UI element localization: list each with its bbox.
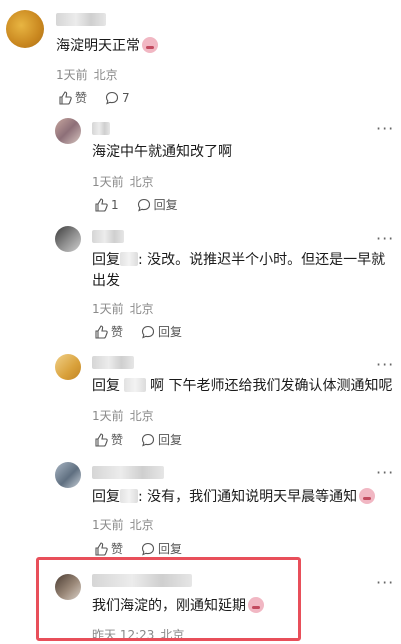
- mentioned-user[interactable]: [120, 489, 138, 503]
- comment-text: 海淀中午就通知改了啊: [92, 144, 232, 160]
- reply-label: 回复: [153, 198, 178, 212]
- comment-location: 北京: [129, 175, 154, 189]
- username[interactable]: [92, 122, 110, 135]
- comment-meta: 1天前 北京: [92, 407, 160, 424]
- comment-time: 1天前: [92, 518, 124, 532]
- comment-time: 1天前: [92, 409, 124, 423]
- comment-location: 北京: [129, 409, 154, 423]
- reply-button[interactable]: 回复: [141, 540, 182, 557]
- more-dots-icon[interactable]: ···: [376, 465, 394, 481]
- comment-time: 1天前: [92, 175, 124, 189]
- emoji-face-icon: [142, 37, 158, 53]
- like-label: 赞: [111, 433, 124, 447]
- comment-text: 回复: 没改。说推迟半个小时。但还是一早就出发: [92, 252, 386, 289]
- thumb-up-icon: [95, 197, 108, 212]
- like-button[interactable]: 赞: [58, 89, 87, 106]
- like-button[interactable]: 赞: [94, 540, 123, 557]
- comment-meta: 1天前 北京: [92, 173, 160, 190]
- thumb-up-icon: [95, 324, 108, 339]
- username[interactable]: [92, 466, 164, 479]
- reply-button[interactable]: 回复: [141, 431, 182, 448]
- reply-button[interactable]: 7: [105, 91, 130, 105]
- comment-time: 1天前: [92, 302, 124, 316]
- like-button[interactable]: 赞: [94, 431, 123, 448]
- like-count: 1: [111, 197, 119, 212]
- avatar[interactable]: [55, 462, 81, 488]
- comment-bubble-icon: [105, 91, 119, 104]
- comment-actions: 1 回复: [94, 196, 196, 213]
- avatar[interactable]: [55, 118, 81, 144]
- more-dots-icon[interactable]: ···: [376, 357, 394, 373]
- avatar[interactable]: [55, 226, 81, 252]
- username[interactable]: [92, 574, 192, 587]
- comment-actions: 赞 7: [58, 89, 148, 106]
- like-button[interactable]: 1: [94, 198, 119, 212]
- like-label: 赞: [75, 91, 88, 105]
- reply-button[interactable]: 回复: [141, 323, 182, 340]
- like-button[interactable]: 赞: [94, 323, 123, 340]
- comment-meta: 1天前 北京: [92, 516, 160, 533]
- reply-count: 7: [122, 90, 130, 105]
- comment-actions: 赞 回复: [94, 431, 200, 448]
- comment-location: 北京: [93, 68, 118, 82]
- comment-text: 海淀明天正常: [56, 36, 158, 57]
- comment-bubble-icon: [141, 325, 155, 338]
- username[interactable]: [92, 230, 124, 243]
- more-dots-icon[interactable]: ···: [376, 231, 394, 247]
- comment-location: 北京: [160, 628, 185, 642]
- thumb-up-icon: [95, 432, 108, 447]
- comment-bubble-icon: [141, 542, 155, 555]
- reply-prefix: 回复: [92, 489, 120, 505]
- comment-bubble-icon: [141, 433, 155, 446]
- comment-bubble-icon: [137, 198, 150, 211]
- reply-label: 回复: [158, 433, 183, 447]
- reply-item: ··· 回复啊 下午老师还给我们发确认体测通知呢 1天前 北京 赞 回复: [0, 346, 401, 454]
- comment-location: 北京: [129, 302, 154, 316]
- emoji-face-icon: [248, 597, 264, 613]
- comment-text: 回复: 没有，我们通知说明天早晨等通知: [92, 487, 397, 508]
- reply-item: ··· 我们海淀的，刚通知延期 昨天 12:23 北京: [0, 562, 401, 644]
- comment-time: 昨天 12:23: [92, 628, 155, 642]
- emoji-face-icon: [359, 488, 376, 504]
- avatar[interactable]: [55, 574, 81, 600]
- avatar[interactable]: [6, 10, 44, 48]
- reply-label: 回复: [158, 325, 183, 339]
- comment-time: 1天前: [56, 68, 88, 82]
- comment-actions: 赞 回复: [94, 540, 200, 557]
- reply-item: ··· 回复: 没改。说推迟半个小时。但还是一早就出发 1天前 北京 赞 回复: [0, 220, 401, 346]
- mentioned-user[interactable]: [124, 378, 146, 392]
- more-dots-icon[interactable]: ···: [376, 575, 394, 591]
- reply-label: 回复: [158, 542, 183, 556]
- like-label: 赞: [111, 542, 124, 556]
- comment-meta: 1天前 北京: [92, 300, 160, 317]
- reply-button[interactable]: 回复: [137, 196, 178, 213]
- comment-location: 北京: [129, 518, 154, 532]
- like-label: 赞: [111, 325, 124, 339]
- more-dots-icon[interactable]: ···: [376, 121, 394, 137]
- thumb-up-icon: [59, 90, 72, 105]
- comment-item: 海淀明天正常 1天前 北京 赞 7: [0, 0, 401, 112]
- comment-text: 我们海淀的，刚通知延期: [92, 596, 264, 617]
- comment-meta: 1天前 北京: [56, 66, 124, 83]
- reply-item: ··· 海淀中午就通知改了啊 1天前 北京 1 回复: [0, 112, 401, 220]
- reply-prefix: 回复: [92, 378, 120, 394]
- comment-text: 回复啊 下午老师还给我们发确认体测通知呢: [92, 378, 393, 394]
- comment-meta: 昨天 12:23 北京: [92, 626, 190, 643]
- avatar[interactable]: [55, 354, 81, 380]
- reply-item: ··· 回复: 没有，我们通知说明天早晨等通知 1天前 北京 赞 回复: [0, 454, 401, 562]
- username[interactable]: [92, 356, 134, 369]
- thumb-up-icon: [95, 541, 108, 556]
- username[interactable]: [56, 13, 106, 26]
- comment-actions: 赞 回复: [94, 323, 200, 340]
- mentioned-user[interactable]: [120, 252, 138, 266]
- reply-prefix: 回复: [92, 252, 120, 268]
